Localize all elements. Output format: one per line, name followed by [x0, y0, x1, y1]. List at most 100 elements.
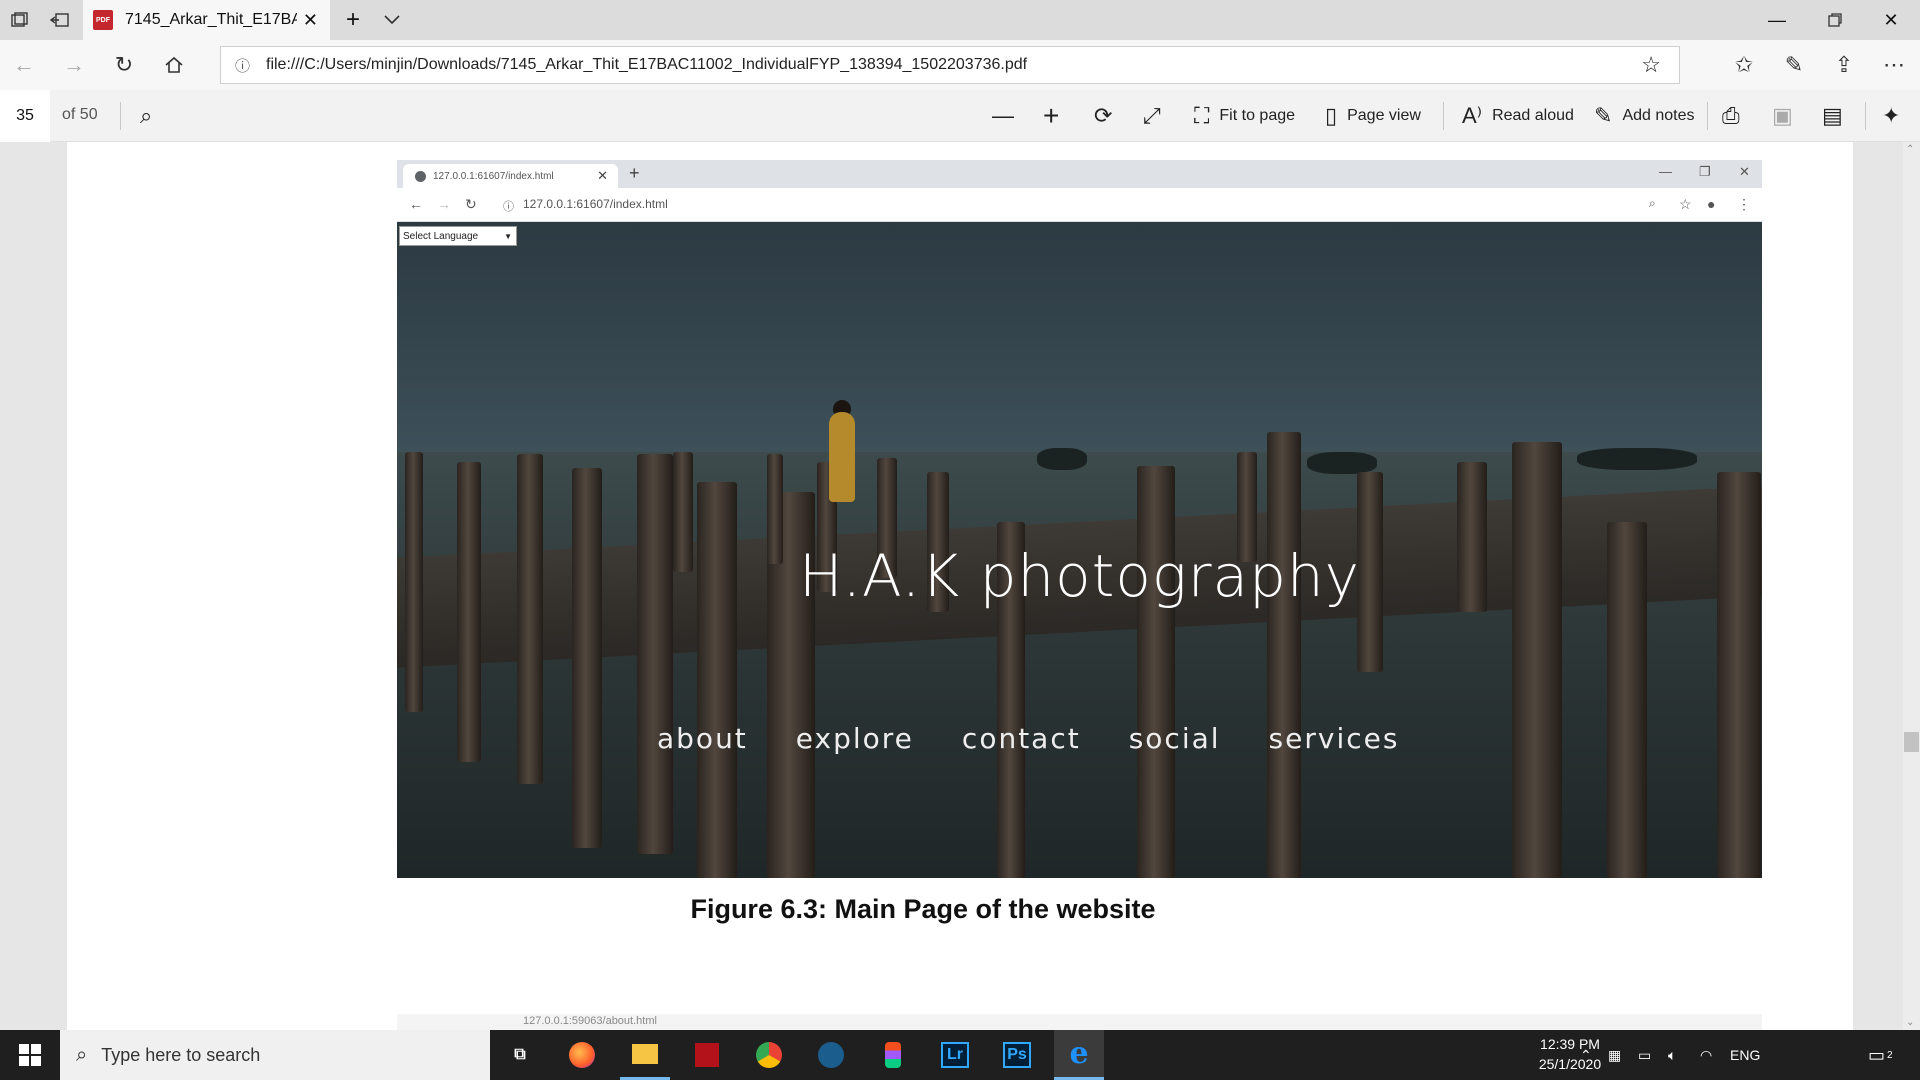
restore-icon[interactable] — [1806, 0, 1864, 40]
tab-actions-icon[interactable] — [8, 8, 32, 32]
embedded-language-label: Select Language — [403, 230, 479, 242]
embedded-back-icon: ← — [409, 196, 423, 212]
pdf-viewport: 127.0.0.1:61607/index.html ✕ + — ❐ ✕ ← →… — [0, 142, 1920, 1030]
page-view-button[interactable]: ▯ Page view — [1325, 102, 1421, 130]
embedded-screenshot: 127.0.0.1:61607/index.html ✕ + — ❐ ✕ ← →… — [397, 160, 1762, 878]
fullscreen-icon[interactable]: ⤢ — [1143, 102, 1171, 130]
embedded-account-icon: ● — [1707, 196, 1716, 212]
chrome-icon[interactable] — [744, 1030, 794, 1080]
task-view-icon[interactable]: ⧉ — [495, 1030, 545, 1080]
print-icon[interactable]: ⎙ — [1722, 102, 1750, 130]
set-aside-tabs-icon[interactable] — [48, 8, 72, 32]
page-view-icon: ▯ — [1325, 103, 1338, 128]
new-tab-icon[interactable]: + — [341, 6, 365, 33]
pier-post — [1717, 472, 1761, 878]
read-aloud-label: Read aloud — [1492, 107, 1574, 124]
pdf-toolbar: 35 of 50 ⌕ — + ⟳ ⤢ ⛶ Fit to page ▯ Page … — [0, 90, 1920, 142]
file-explorer-icon[interactable] — [620, 1030, 670, 1080]
notifications-icon[interactable]: ▭ 2 — [1868, 1030, 1893, 1080]
add-notes-label: Add notes — [1622, 107, 1695, 124]
save-as-icon[interactable]: ▤ — [1822, 102, 1853, 130]
figma-icon[interactable] — [868, 1030, 918, 1080]
pier-post — [457, 462, 481, 762]
forward-icon[interactable]: → — [60, 51, 88, 79]
divider — [120, 102, 121, 130]
tab-close-icon[interactable]: ✕ — [303, 10, 318, 30]
url-text: file:///C:/Users/minjin/Downloads/7145_A… — [266, 56, 1028, 73]
site-title: H.A.K photography — [799, 542, 1360, 610]
back-icon[interactable]: ← — [10, 51, 38, 79]
embedded-forward-icon: → — [437, 196, 451, 212]
chevron-down-icon[interactable] — [380, 8, 404, 32]
embedded-reload-icon: ↻ — [465, 196, 477, 212]
zoom-out-icon[interactable]: — — [992, 102, 1024, 130]
red-app-icon[interactable] — [682, 1030, 732, 1080]
embedded-tab-strip: 127.0.0.1:61607/index.html ✕ + — ❐ ✕ — [397, 160, 1762, 188]
read-aloud-button[interactable]: A⁾ Read aloud — [1462, 102, 1574, 130]
share-icon[interactable]: ⇪ — [1830, 51, 1858, 79]
rotate-icon[interactable]: ⟳ — [1094, 102, 1122, 130]
taskbar: ⌕ Type here to search ⧉ Lr Ps e ⌃ ▦ ▭ 🔈︎… — [0, 1030, 1920, 1080]
scroll-up-icon[interactable]: ⌃ — [1906, 144, 1914, 155]
scrollbar-thumb[interactable] — [1904, 732, 1919, 752]
embedded-restore-icon: ❐ — [1699, 164, 1711, 179]
pier-post — [637, 454, 673, 854]
vertical-scrollbar[interactable]: ⌃ ⌄ — [1903, 142, 1920, 1030]
add-notes-button[interactable]: ✎ Add notes — [1594, 102, 1695, 130]
dropdown-arrow-icon: ▼ — [504, 231, 512, 241]
search-icon[interactable]: ⌕ — [140, 102, 162, 130]
pdf-icon: PDF — [93, 10, 113, 30]
tab-active[interactable]: PDF 7145_Arkar_Thit_E17BAC ✕ — [83, 0, 330, 40]
fit-to-page-icon: ⛶ — [1194, 103, 1210, 128]
windows-start-icon[interactable] — [0, 1030, 60, 1080]
add-notes-icon: ✎ — [1594, 103, 1613, 128]
embedded-language-select: Select Language ▼ — [399, 226, 517, 246]
person — [829, 412, 855, 502]
taskbar-search-placeholder: Type here to search — [101, 1044, 261, 1065]
zoom-in-icon[interactable]: + — [1043, 100, 1069, 131]
pier-post — [572, 468, 602, 848]
favorites-icon[interactable]: ✩ — [1730, 51, 1758, 79]
refresh-icon[interactable]: ↻ — [110, 51, 138, 79]
firefox-icon[interactable] — [557, 1030, 607, 1080]
scroll-down-icon[interactable]: ⌄ — [1906, 1017, 1914, 1028]
save-icon[interactable]: ▣ — [1772, 102, 1803, 130]
embedded-info-icon: ⓘ — [503, 201, 514, 213]
photoshop-icon[interactable]: Ps — [992, 1030, 1042, 1080]
edge-icon[interactable]: e — [1054, 1030, 1104, 1080]
site-nav-explore: explore — [795, 722, 914, 755]
page-number-input[interactable]: 35 — [0, 90, 50, 142]
address-bar[interactable]: ⓘ file:///C:/Users/minjin/Downloads/7145… — [220, 46, 1680, 84]
divider — [1443, 102, 1444, 130]
volume-icon[interactable]: 🔈︎ — [1668, 1030, 1676, 1080]
pen-icon[interactable]: ✎ — [1780, 51, 1808, 79]
next-embedded-url: 127.0.0.1:59063/about.html — [523, 1015, 657, 1027]
pin-toolbar-icon[interactable]: ✦ — [1882, 102, 1910, 130]
embedded-close-icon: ✕ — [597, 168, 608, 183]
tab-strip: PDF 7145_Arkar_Thit_E17BAC ✕ + — ✕ — [0, 0, 1920, 40]
site-nav-social: social — [1128, 722, 1221, 755]
clock-time: 12:39 PM — [1540, 1036, 1600, 1052]
page-view-label: Page view — [1347, 107, 1421, 124]
wifi-icon[interactable]: ◠ — [1700, 1030, 1712, 1080]
minimize-icon[interactable]: — — [1748, 0, 1806, 40]
read-aloud-icon: A⁾ — [1462, 103, 1483, 128]
steam-icon[interactable] — [806, 1030, 856, 1080]
tree — [1037, 448, 1087, 470]
pier-post — [1267, 432, 1301, 878]
taskbar-search[interactable]: ⌕ Type here to search — [60, 1030, 490, 1080]
info-icon[interactable]: ⓘ — [235, 55, 250, 76]
hero-image: Select Language ▼ H.A.K photography abou… — [397, 222, 1762, 878]
clock[interactable]: 12:39 PM 25/1/2020 — [1530, 1034, 1610, 1074]
site-nav-services: services — [1268, 722, 1400, 755]
favorite-star-icon[interactable]: ☆ — [1641, 52, 1661, 78]
close-window-icon[interactable]: ✕ — [1862, 0, 1920, 40]
fit-to-page-button[interactable]: ⛶ Fit to page — [1194, 102, 1295, 130]
navigation-bar: ← → ↻ ⓘ file:///C:/Users/minjin/Download… — [0, 40, 1920, 90]
battery-icon[interactable]: ▭ — [1638, 1030, 1651, 1080]
divider — [1865, 102, 1866, 130]
language-indicator[interactable]: ENG — [1730, 1030, 1760, 1080]
lightroom-icon[interactable]: Lr — [930, 1030, 980, 1080]
more-icon[interactable]: ⋯ — [1880, 51, 1908, 79]
home-icon[interactable] — [160, 51, 188, 79]
